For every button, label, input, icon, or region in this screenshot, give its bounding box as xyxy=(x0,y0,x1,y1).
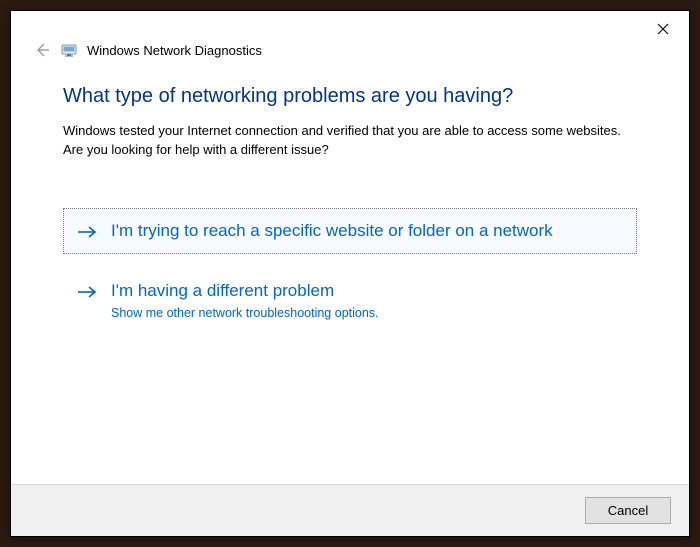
option-text-wrap: I'm having a different problem Show me o… xyxy=(111,280,623,320)
option-reach-website[interactable]: I'm trying to reach a specific website o… xyxy=(63,208,637,254)
option-description: Show me other network troubleshooting op… xyxy=(111,306,623,320)
network-diagnostics-icon xyxy=(61,42,77,58)
option-title: I'm trying to reach a specific website o… xyxy=(111,220,623,242)
close-icon xyxy=(657,23,669,35)
main-heading: What type of networking problems are you… xyxy=(63,85,637,108)
close-button[interactable] xyxy=(651,17,675,41)
option-different-problem[interactable]: I'm having a different problem Show me o… xyxy=(63,268,637,332)
content-area: What type of networking problems are you… xyxy=(11,67,689,484)
dialog-window: Windows Network Diagnostics What type of… xyxy=(10,10,690,537)
arrow-right-icon xyxy=(77,222,97,242)
arrow-right-icon xyxy=(77,282,97,302)
main-subtext: Windows tested your Internet connection … xyxy=(63,122,637,160)
option-text-wrap: I'm trying to reach a specific website o… xyxy=(111,220,623,242)
back-button[interactable] xyxy=(33,41,51,59)
header-bar: Windows Network Diagnostics xyxy=(11,11,689,67)
option-title: I'm having a different problem xyxy=(111,280,623,302)
back-arrow-icon xyxy=(34,42,50,58)
window-title: Windows Network Diagnostics xyxy=(87,43,262,58)
cancel-button[interactable]: Cancel xyxy=(585,497,671,524)
footer-bar: Cancel xyxy=(11,484,689,536)
